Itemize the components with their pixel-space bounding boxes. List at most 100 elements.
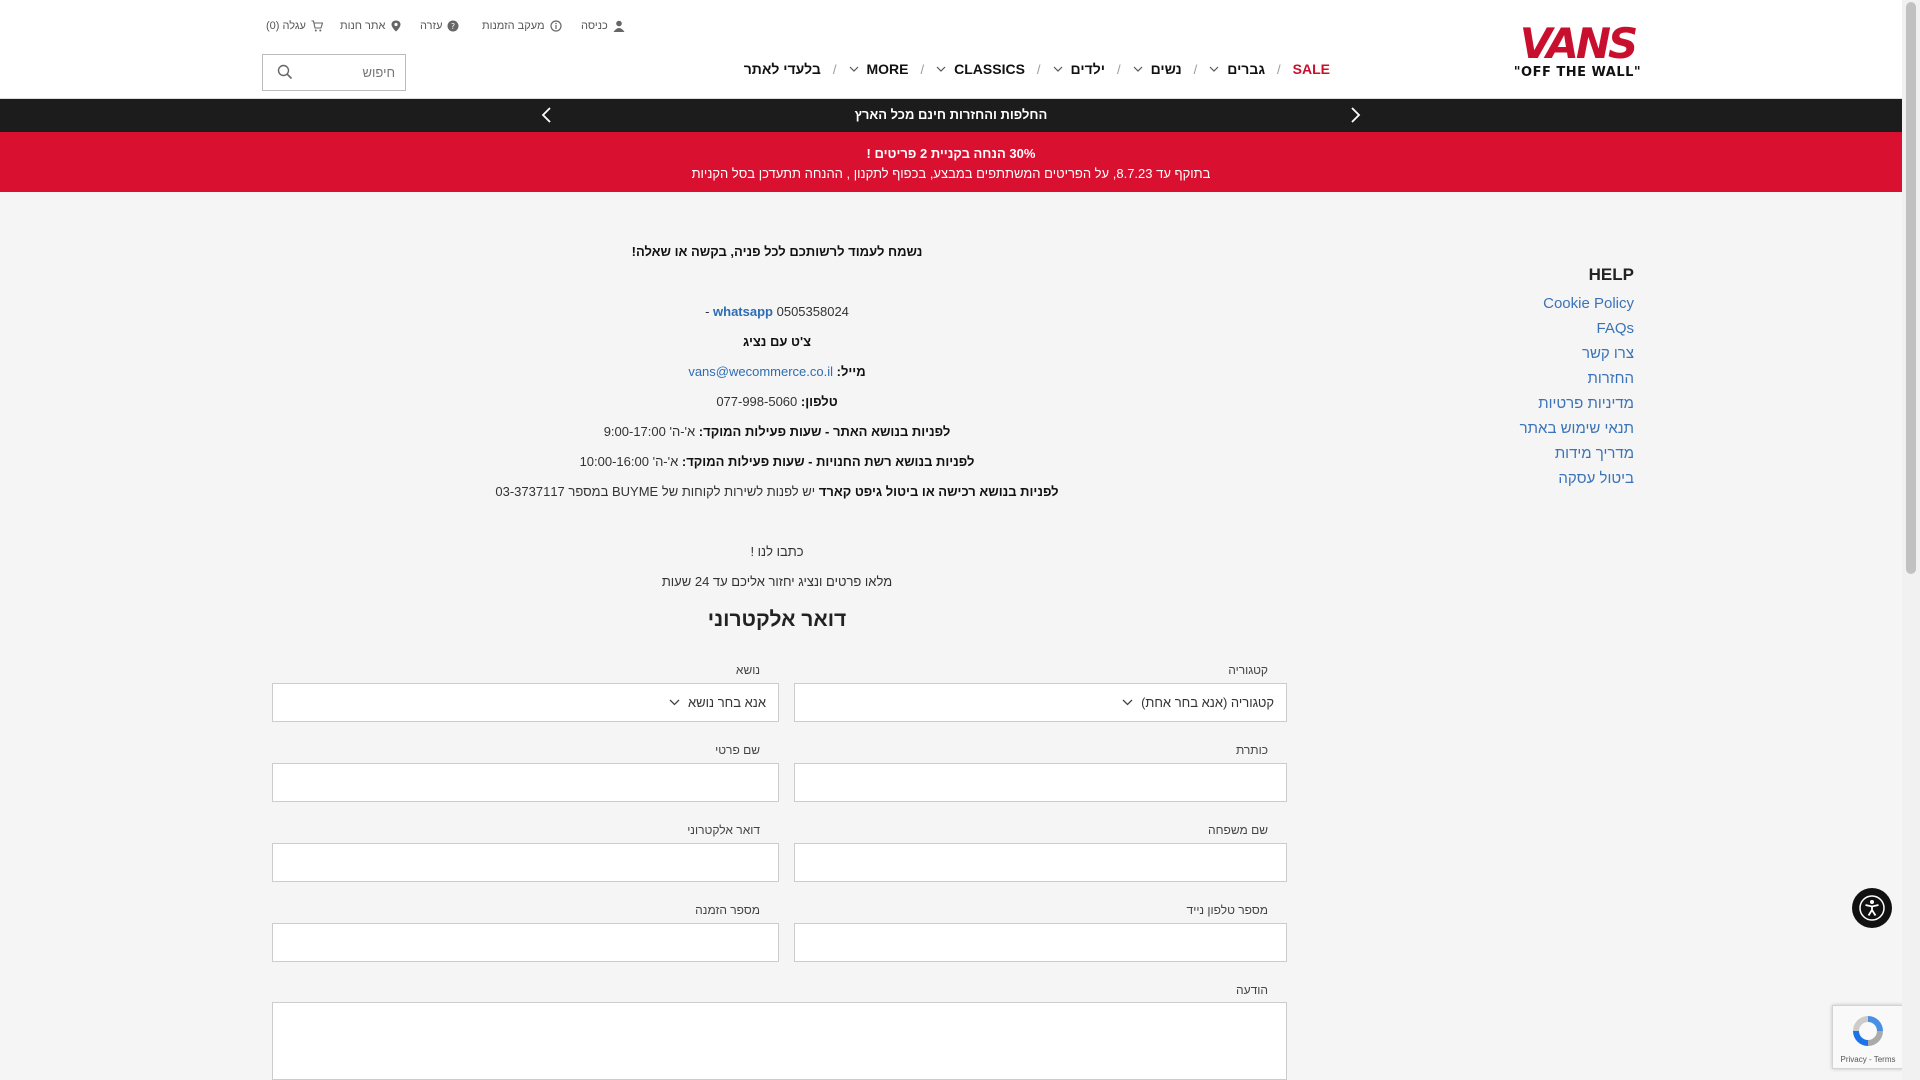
title-input[interactable] xyxy=(795,764,1286,801)
first-name-label: שם פרטי xyxy=(715,743,760,757)
mail-row: מייל: vans@wecommerce.co.il xyxy=(262,364,1292,379)
mobile-label: מספר טלפון נייד xyxy=(1186,903,1268,917)
chevron-down-icon xyxy=(936,66,946,72)
whatsapp-row: whatsapp 0505358024 - xyxy=(262,304,1292,319)
help-sidebar-title: HELP xyxy=(1588,265,1634,284)
user-icon xyxy=(613,20,625,32)
mobile-field xyxy=(794,923,1287,962)
cart-link[interactable]: עגלה (0) xyxy=(266,16,323,36)
nav-kids[interactable]: ילדים xyxy=(1043,61,1115,77)
sidebar-link-contact[interactable]: צרו קשר xyxy=(1434,341,1634,366)
category-select-value: קטגוריה (אנא בחר אחת) xyxy=(1141,695,1274,710)
mobile-input[interactable] xyxy=(795,924,1286,961)
message-textarea[interactable] xyxy=(272,1002,1287,1080)
order-tracking-label: מעקב הזמנות xyxy=(482,20,545,32)
giftcard-value: יש לפנות לשירות לקוחות של BUYME במספר 03… xyxy=(495,484,816,499)
search-box xyxy=(262,54,406,91)
sidebar-link-faqs[interactable]: FAQs xyxy=(1434,316,1634,341)
sidebar-link-privacy[interactable]: מדיניות פרטיות xyxy=(1434,391,1634,416)
login-label: כניסה xyxy=(581,20,608,32)
site-hours-label: לפניות בנושא האתר - שעות פעילות המוקד: xyxy=(698,424,951,439)
chevron-down-icon xyxy=(1122,699,1133,706)
nav-separator: / xyxy=(832,61,837,77)
help-sidebar: HELP Cookie Policy FAQs צרו קשר החזרות מ… xyxy=(1434,265,1634,491)
last-name-input[interactable] xyxy=(795,844,1286,881)
chevron-down-icon xyxy=(849,66,858,72)
write-us-title: כתבו לנו ! xyxy=(750,544,804,559)
svg-text:?: ? xyxy=(451,22,455,31)
accessibility-icon xyxy=(1859,895,1885,921)
nav-more-label: MORE xyxy=(866,61,909,77)
order-tracking-link[interactable]: מעקב הזמנות xyxy=(482,16,562,36)
phone-row: טלפון: 077-998-5060 xyxy=(262,394,1292,409)
email-input[interactable] xyxy=(273,844,778,881)
nav-more[interactable]: MORE xyxy=(839,61,919,77)
store-locator-link[interactable]: אתר חנות xyxy=(340,16,402,36)
subject-select-value: אנא בחר נושא xyxy=(688,695,766,710)
contact-intro-text: נשמח לעמוד לרשותכם לכל פניה, בקשה או שאל… xyxy=(631,244,923,259)
subject-label: נושא xyxy=(735,663,760,677)
first-name-field xyxy=(272,763,779,802)
main-nav: SALE / גברים / נשים / ילדים / CLASSICS /… xyxy=(734,58,1340,80)
title-label: כותרת xyxy=(1235,743,1268,757)
nav-separator: / xyxy=(1193,61,1198,77)
giftcard-label: לפניות בנושא רכישה או ביטול גיפט קארד xyxy=(818,484,1059,499)
logo-word: VANS xyxy=(1519,19,1639,68)
recaptcha-badge[interactable]: Privacy - Terms xyxy=(1832,1005,1904,1069)
chat-link: צ'ט עם נציג xyxy=(743,334,811,349)
chevron-right-icon[interactable] xyxy=(1346,106,1364,124)
logo-tagline: "OFF THE WALL" xyxy=(1513,65,1642,80)
order-number-label: מספר הזמנה xyxy=(695,903,760,917)
mail-link[interactable]: vans@wecommerce.co.il xyxy=(688,364,833,379)
location-pin-icon xyxy=(391,20,401,32)
main-content: HELP Cookie Policy FAQs צרו קשר החזרות מ… xyxy=(0,192,1902,1080)
page-scrollbar[interactable] xyxy=(1902,0,1920,1080)
login-link[interactable]: כניסה xyxy=(581,16,625,36)
recaptcha-icon xyxy=(1853,1016,1883,1046)
search-icon[interactable] xyxy=(277,64,293,80)
store-hours-label: לפניות בנושא רשת החנויות - שעות פעילות ה… xyxy=(681,454,975,469)
write-us-subtitle: מלאו פרטים ונציג יחזור אליכם עד 24 שעות xyxy=(661,574,893,589)
sidebar-link-size-guide[interactable]: מדריך מידות xyxy=(1434,441,1634,466)
nav-men[interactable]: גברים xyxy=(1199,61,1275,77)
store-hours-row: לפניות בנושא רשת החנויות - שעות פעילות ה… xyxy=(262,454,1292,469)
sidebar-link-cookie-policy[interactable]: Cookie Policy xyxy=(1434,291,1634,316)
chevron-down-icon xyxy=(1133,66,1143,72)
sale-promo-bar[interactable]: 30% הנחה בקניית 2 פריטים ! בתוקף עד 8.7.… xyxy=(0,132,1902,192)
sidebar-link-cancel-order[interactable]: ביטול עסקה xyxy=(1434,466,1634,491)
recaptcha-links[interactable]: Privacy - Terms xyxy=(1833,1055,1903,1064)
sale-promo-headline: 30% הנחה בקניית 2 פריטים ! xyxy=(866,146,1036,161)
nav-sale[interactable]: SALE xyxy=(1283,61,1340,77)
subject-select[interactable]: אנא בחר נושא xyxy=(272,683,779,722)
nav-exclusive-label: בלעדי לאתר xyxy=(743,61,821,77)
accessibility-button[interactable] xyxy=(1852,888,1892,928)
phone-value: 077-998-5060 xyxy=(716,394,798,409)
first-name-input[interactable] xyxy=(273,764,778,801)
category-label: קטגוריה xyxy=(1228,663,1268,677)
nav-separator: / xyxy=(1277,61,1281,77)
chevron-down-icon xyxy=(1053,66,1062,72)
scrollbar-thumb[interactable] xyxy=(1906,2,1916,574)
order-number-input[interactable] xyxy=(273,924,778,961)
store-locator-label: אתר חנות xyxy=(340,20,386,32)
nav-women[interactable]: נשים xyxy=(1123,61,1192,77)
help-link[interactable]: ? עזרה xyxy=(420,16,459,36)
shipping-promo-text: החלפות והחזרות חינם מכל הארץ xyxy=(854,107,1048,122)
nav-sale-label: SALE xyxy=(1292,61,1330,77)
vans-logo[interactable]: VANS "OFF THE WALL" xyxy=(1510,22,1645,82)
nav-kids-label: ילדים xyxy=(1070,61,1105,77)
nav-classics[interactable]: CLASSICS xyxy=(926,61,1035,77)
nav-women-label: נשים xyxy=(1150,61,1182,77)
sidebar-link-terms[interactable]: תנאי שימוש באתר xyxy=(1434,416,1634,441)
category-select[interactable]: קטגוריה (אנא בחר אחת) xyxy=(794,683,1287,722)
help-circle-icon: ? xyxy=(447,20,459,32)
message-label: הודעה xyxy=(1236,983,1268,997)
phone-label: טלפון: xyxy=(800,394,838,409)
last-name-field xyxy=(794,843,1287,882)
sidebar-link-returns[interactable]: החזרות xyxy=(1434,366,1634,391)
chat-row[interactable]: צ'ט עם נציג xyxy=(262,334,1292,349)
nav-exclusive[interactable]: בלעדי לאתר xyxy=(734,61,831,77)
nav-separator: / xyxy=(1036,61,1041,77)
whatsapp-link[interactable]: whatsapp xyxy=(713,304,773,319)
nav-separator: / xyxy=(1116,61,1121,77)
